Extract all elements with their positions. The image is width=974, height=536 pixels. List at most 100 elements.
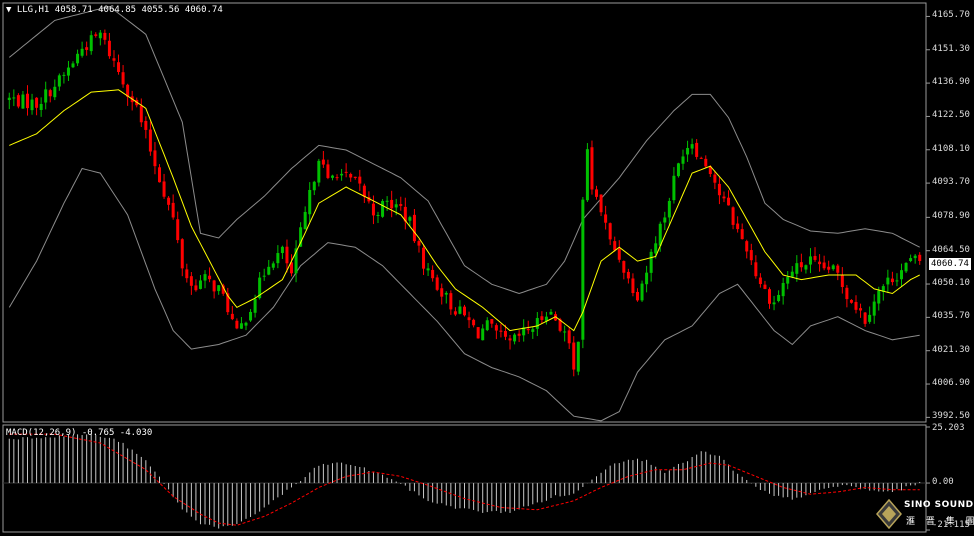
candle-body	[754, 262, 758, 277]
candle-body	[371, 203, 375, 216]
price-tick-label: 4136.90	[932, 77, 970, 88]
candle-body	[153, 150, 157, 167]
ohlc-values: 4058.71 4064.85 4055.56 4060.74	[54, 5, 223, 15]
candle-body	[66, 67, 70, 76]
candle-body	[849, 299, 853, 303]
candle-body	[513, 334, 517, 342]
candle-body	[57, 75, 61, 87]
candle-body	[444, 292, 448, 295]
candle-body	[635, 291, 639, 301]
candle-body	[722, 196, 726, 199]
candle-body	[271, 263, 275, 268]
symbol-label: LLG,H1	[16, 5, 50, 15]
candle-body	[617, 248, 621, 260]
candle-body	[71, 63, 75, 68]
candle-body	[217, 285, 221, 292]
candle-body	[745, 241, 749, 252]
candle-body	[749, 250, 753, 261]
candle-body	[417, 241, 421, 246]
candle-body	[107, 40, 111, 57]
candle-body	[877, 290, 881, 304]
candle-body	[212, 280, 216, 292]
candle-body	[649, 251, 653, 273]
candle-body	[35, 97, 39, 108]
candle-body	[440, 288, 444, 297]
candle-body	[308, 189, 312, 215]
chart-header: ▼ LLG,H1 4058.71 4064.85 4055.56 4060.74	[6, 5, 223, 15]
candle-body	[717, 183, 721, 196]
candle-body	[158, 167, 161, 183]
candle-body	[503, 330, 507, 337]
candle-body	[831, 265, 835, 270]
candle-body	[317, 160, 321, 183]
price-tick-label: 4093.70	[932, 177, 970, 188]
price-tick-label: 4021.30	[932, 344, 970, 355]
price-tick-label: 4122.50	[932, 110, 970, 121]
candle-body	[813, 255, 817, 260]
candle-body	[76, 53, 80, 64]
price-tick-label: 4050.10	[932, 278, 970, 289]
candle-body	[900, 270, 904, 280]
candle-body	[117, 62, 121, 73]
candle-body	[804, 265, 808, 270]
candle-body	[167, 197, 171, 205]
candle-body	[758, 277, 762, 285]
candle-body	[312, 181, 316, 191]
candle-body	[16, 95, 20, 107]
candle-body	[736, 223, 740, 230]
candle-body	[727, 197, 731, 206]
candle-body	[239, 323, 243, 329]
candle-body	[330, 175, 334, 178]
collapse-triangle-icon[interactable]: ▼	[6, 5, 11, 15]
candle-body	[62, 74, 66, 76]
candle-body	[604, 214, 608, 223]
candle-body	[344, 171, 348, 173]
candle-body	[25, 93, 29, 109]
candle-body	[349, 174, 353, 178]
candle-body	[53, 86, 57, 98]
candle-body	[699, 157, 703, 159]
candle-body	[376, 214, 380, 216]
candle-body	[426, 268, 430, 271]
chart-canvas[interactable]	[0, 0, 974, 536]
candle-body	[394, 204, 398, 208]
candle-body	[626, 271, 630, 279]
price-tick-label: 3992.50	[932, 411, 970, 422]
candle-body	[485, 320, 489, 331]
candle-body	[267, 266, 271, 275]
candle-body	[453, 311, 457, 315]
candle-body	[686, 148, 690, 155]
candle-body	[663, 217, 667, 223]
candle-body	[353, 176, 357, 178]
candle-body	[362, 185, 366, 197]
candle-body	[390, 199, 394, 209]
candle-body	[148, 129, 152, 152]
candle-body	[595, 189, 599, 197]
candle-body	[458, 306, 462, 314]
candle-body	[103, 32, 107, 40]
candle-body	[840, 274, 844, 288]
candle-body	[622, 261, 626, 273]
candle-body	[12, 97, 16, 99]
candle-body	[918, 254, 922, 261]
candle-body	[808, 256, 812, 265]
candle-body	[249, 311, 253, 321]
candle-body	[280, 246, 284, 253]
candle-body	[854, 301, 858, 310]
candle-body	[340, 173, 344, 176]
trading-chart-window: ▼ LLG,H1 4058.71 4064.85 4055.56 4060.74…	[0, 0, 974, 536]
candle-body	[822, 262, 826, 269]
candle-body	[690, 144, 694, 149]
candle-body	[704, 158, 708, 167]
candle-body	[244, 322, 248, 326]
candle-body	[640, 283, 644, 301]
candle-body	[7, 97, 11, 100]
candle-body	[563, 331, 567, 333]
candle-body	[230, 313, 234, 320]
candle-body	[112, 58, 116, 61]
candle-body	[681, 156, 685, 164]
candle-body	[139, 105, 143, 123]
price-tick-label: 4064.50	[932, 244, 970, 255]
candle-body	[827, 266, 831, 270]
price-tick-label: 4165.70	[932, 10, 970, 21]
